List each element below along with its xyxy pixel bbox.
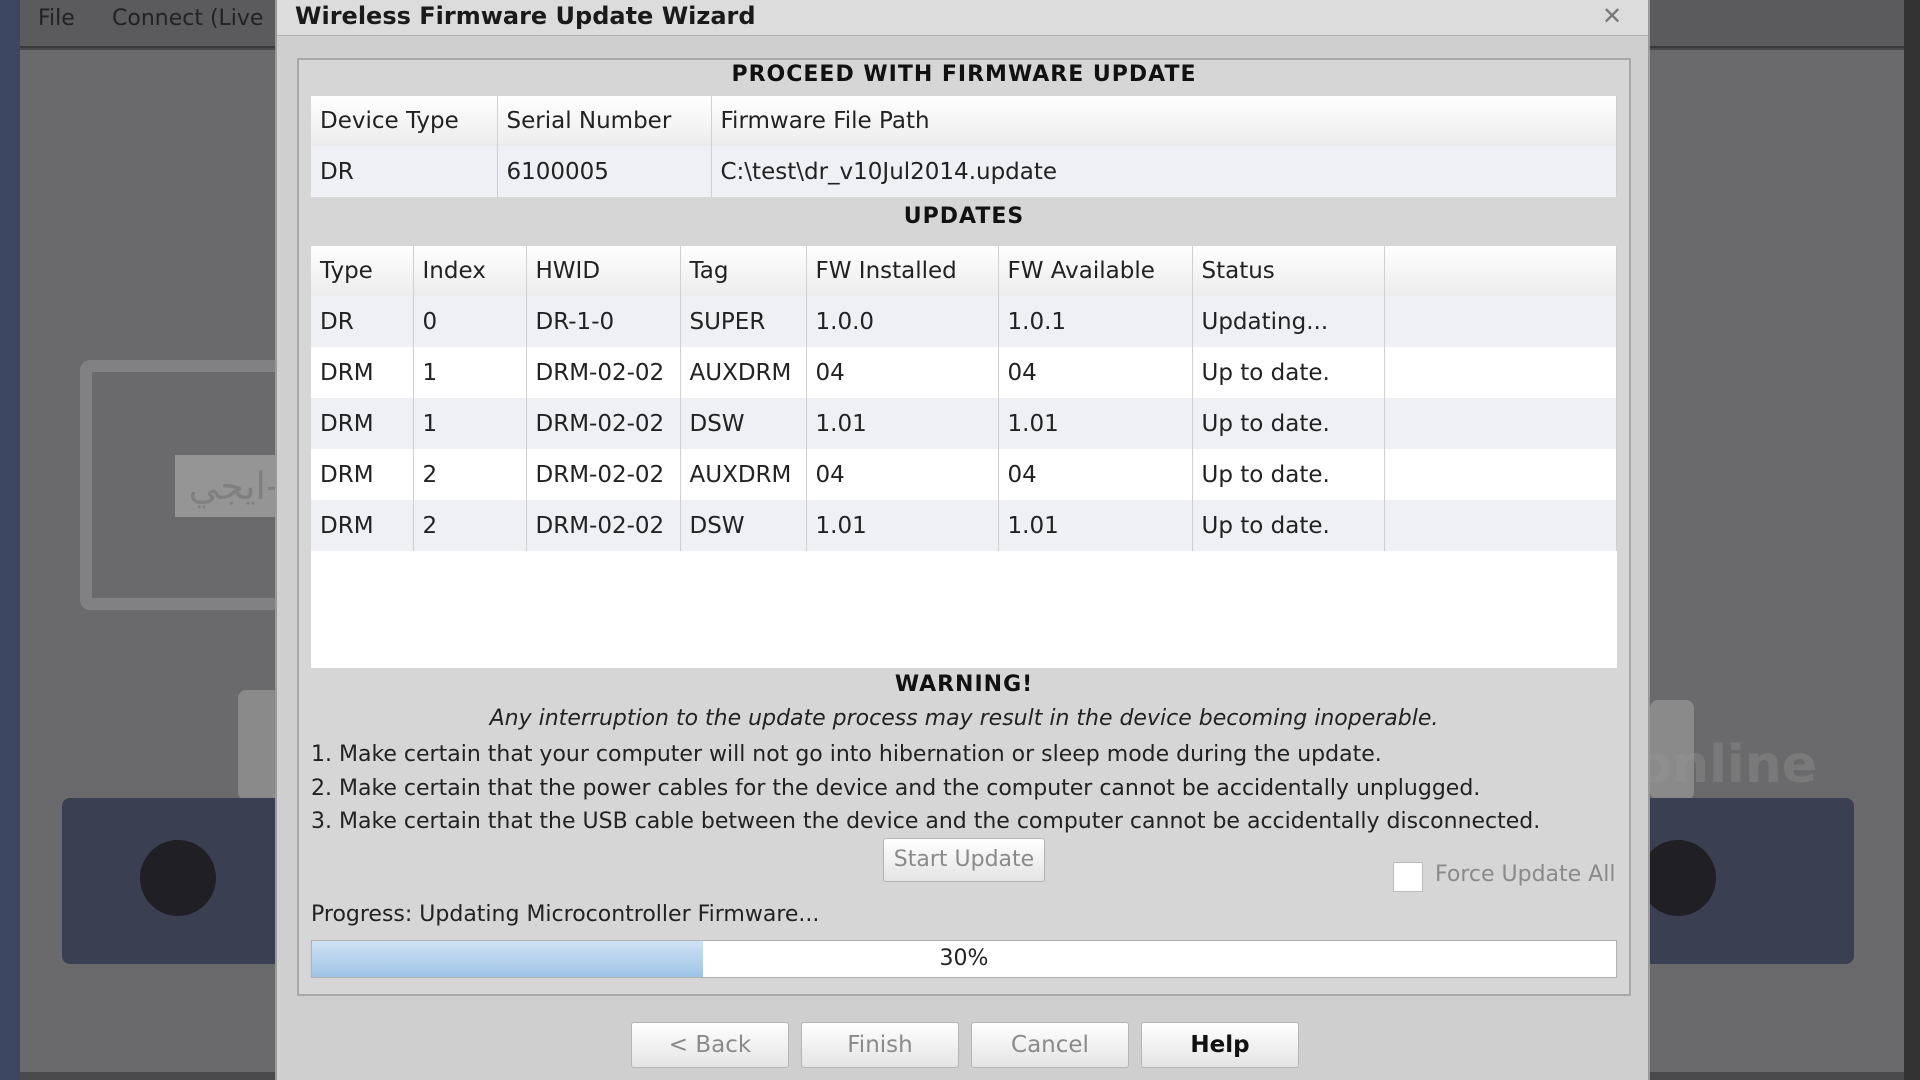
dialog-titlebar[interactable]: Wireless Firmware Update Wizard ✕ — [277, 0, 1648, 36]
tag-cell: AUXDRM — [680, 449, 807, 500]
status-cell: Updating... — [1192, 296, 1385, 347]
spacer-cell — [1384, 449, 1617, 500]
column-header-hwid: HWID — [526, 246, 681, 296]
proceed-title: PROCEED WITH FIRMWARE UPDATE — [731, 62, 1197, 87]
status-cell: Up to date. — [1192, 398, 1385, 449]
updates-table-container[interactable]: Type Index HWID Tag FW Installed FW Avai… — [311, 246, 1617, 668]
table-row[interactable]: DR 6100005 C:\test\dr_v10Jul2014.update — [311, 146, 1617, 197]
firmware-path-cell: C:\test\dr_v10Jul2014.update — [711, 146, 1617, 197]
force-update-label: Force Update All — [1435, 862, 1616, 887]
dialog-title: Wireless Firmware Update Wizard — [295, 2, 756, 30]
index-cell: 2 — [413, 449, 527, 500]
tag-cell: DSW — [680, 398, 807, 449]
back-button[interactable]: < Back — [631, 1022, 789, 1068]
menu-file[interactable]: File — [38, 6, 75, 31]
progress-percent-label: 30% — [939, 946, 989, 971]
type-cell: DRM — [311, 449, 414, 500]
serial-number-cell: 6100005 — [497, 146, 712, 197]
column-header-status: Status — [1192, 246, 1385, 296]
column-header-fw-installed: FW Installed — [806, 246, 999, 296]
progress-bar: 30% — [311, 940, 1617, 978]
tag-cell: DSW — [680, 500, 807, 551]
tag-cell: SUPER — [680, 296, 807, 347]
warning-line: 3. Make certain that the USB cable betwe… — [311, 809, 1541, 834]
table-row[interactable]: DRM 1 DRM-02-02 DSW 1.01 1.01 Up to date… — [311, 398, 1617, 449]
index-cell: 1 — [413, 347, 527, 398]
fw-installed-cell: 1.01 — [806, 398, 999, 449]
help-button[interactable]: Help — [1141, 1022, 1299, 1068]
fw-available-cell: 04 — [998, 347, 1193, 398]
fw-installed-cell: 1.01 — [806, 500, 999, 551]
updates-table-header: Type Index HWID Tag FW Installed FW Avai… — [311, 246, 1617, 296]
app-right-edge — [1904, 0, 1920, 1080]
warning-title: WARNING! — [894, 672, 1034, 697]
device-image-knob — [1640, 840, 1716, 916]
hwid-cell: DRM-02-02 — [526, 398, 681, 449]
updates-table: Type Index HWID Tag FW Installed FW Avai… — [311, 246, 1617, 551]
fw-available-cell: 04 — [998, 449, 1193, 500]
spacer-cell — [1384, 500, 1617, 551]
type-cell: DRM — [311, 347, 414, 398]
status-cell: Up to date. — [1192, 449, 1385, 500]
close-icon[interactable]: ✕ — [1598, 2, 1626, 30]
fw-installed-cell: 04 — [806, 347, 999, 398]
index-cell: 2 — [413, 500, 527, 551]
column-header-spacer — [1384, 246, 1617, 296]
device-table-header: Device Type Serial Number Firmware File … — [311, 96, 1617, 146]
fw-available-cell: 1.01 — [998, 500, 1193, 551]
app-left-edge — [0, 0, 20, 1080]
device-type-cell: DR — [311, 146, 498, 197]
hwid-cell: DRM-02-02 — [526, 449, 681, 500]
type-cell: DRM — [311, 500, 414, 551]
device-table: Device Type Serial Number Firmware File … — [311, 96, 1617, 197]
column-header-serial-number: Serial Number — [497, 96, 712, 146]
status-cell: Up to date. — [1192, 347, 1385, 398]
finish-button[interactable]: Finish — [801, 1022, 959, 1068]
index-cell: 1 — [413, 398, 527, 449]
table-row[interactable]: DR 0 DR-1-0 SUPER 1.0.0 1.0.1 Updating..… — [311, 296, 1617, 347]
column-header-firmware-path: Firmware File Path — [711, 96, 1617, 146]
force-update-checkbox[interactable] — [1393, 862, 1423, 892]
column-header-tag: Tag — [680, 246, 807, 296]
type-cell: DR — [311, 296, 414, 347]
cancel-button[interactable]: Cancel — [971, 1022, 1129, 1068]
index-cell: 0 — [413, 296, 527, 347]
tag-cell: AUXDRM — [680, 347, 807, 398]
dialog-content: PROCEED WITH FIRMWARE UPDATE Device Type… — [297, 58, 1631, 996]
spacer-cell — [1384, 347, 1617, 398]
column-header-fw-available: FW Available — [998, 246, 1193, 296]
hwid-cell: DR-1-0 — [526, 296, 681, 347]
updates-title: UPDATES — [903, 204, 1025, 229]
hwid-cell: DRM-02-02 — [526, 500, 681, 551]
status-cell: Up to date. — [1192, 500, 1385, 551]
progress-status-text: Progress: Updating Microcontroller Firmw… — [311, 902, 820, 927]
menu-connect[interactable]: Connect (Live — [112, 6, 263, 31]
device-image-knob — [140, 840, 216, 916]
spacer-cell — [1384, 398, 1617, 449]
column-header-type: Type — [311, 246, 414, 296]
fw-installed-cell: 1.0.0 — [806, 296, 999, 347]
column-header-index: Index — [413, 246, 527, 296]
warning-subtitle: Any interruption to the update process m… — [489, 706, 1439, 731]
table-row[interactable]: DRM 1 DRM-02-02 AUXDRM 04 04 Up to date. — [311, 347, 1617, 398]
spacer-cell — [1384, 296, 1617, 347]
warning-line: 2. Make certain that the power cables fo… — [311, 776, 1481, 801]
firmware-update-dialog: Wireless Firmware Update Wizard ✕ PROCEE… — [275, 0, 1650, 1080]
start-update-button[interactable]: Start Update — [883, 838, 1045, 882]
hwid-cell: DRM-02-02 — [526, 347, 681, 398]
fw-installed-cell: 04 — [806, 449, 999, 500]
fw-available-cell: 1.0.1 — [998, 296, 1193, 347]
column-header-device-type: Device Type — [311, 96, 498, 146]
fw-available-cell: 1.01 — [998, 398, 1193, 449]
type-cell: DRM — [311, 398, 414, 449]
warning-line: 1. Make certain that your computer will … — [311, 742, 1382, 767]
table-row[interactable]: DRM 2 DRM-02-02 DSW 1.01 1.01 Up to date… — [311, 500, 1617, 551]
table-row[interactable]: DRM 2 DRM-02-02 AUXDRM 04 04 Up to date. — [311, 449, 1617, 500]
